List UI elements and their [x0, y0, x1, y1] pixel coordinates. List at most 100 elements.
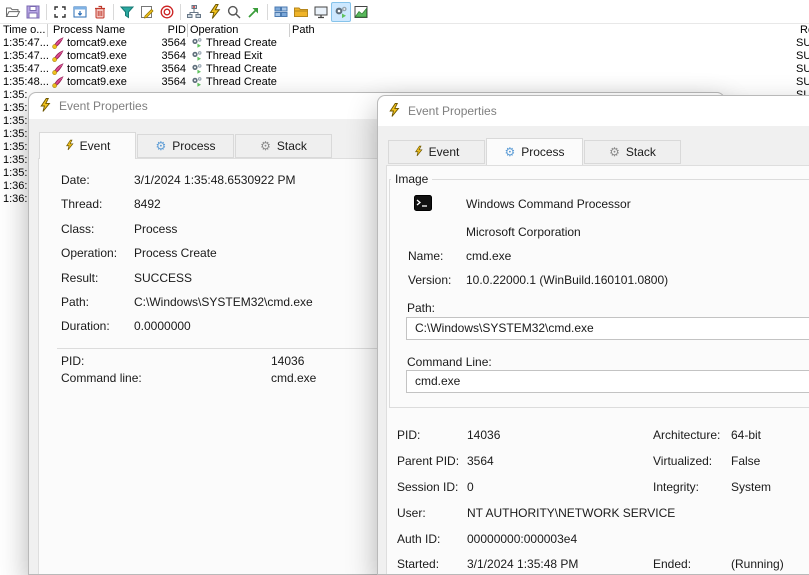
field-value: 8492 — [134, 197, 161, 212]
dialog-title: Event Properties — [408, 104, 497, 118]
filter-icon[interactable] — [117, 2, 137, 22]
version-value: 10.0.22000.1 (WinBuild.160101.0800) — [466, 273, 669, 287]
tab-stack[interactable]: ⚙ Stack — [584, 140, 681, 164]
detail-label: Virtualized: — [653, 453, 713, 468]
thread-operation-icon — [192, 51, 202, 61]
cell-time: 1:35: — [3, 128, 28, 140]
field-value: C:\Windows\SYSTEM32\cmd.exe — [134, 294, 313, 309]
toolbar-separator — [267, 3, 268, 20]
table-row[interactable]: 1:35:47... tomcat9.exe 3564 Thread Create… — [0, 63, 809, 76]
process-tree-icon[interactable] — [184, 2, 204, 22]
open-icon[interactable] — [3, 2, 23, 22]
cell-time: 1:35:47... — [3, 50, 49, 62]
column-header-operation[interactable]: Operation — [190, 24, 238, 37]
event-field-row: Operation: Process Create — [61, 246, 313, 270]
event-field-row: Class: Process — [61, 222, 313, 246]
column-header-path[interactable]: Path — [292, 24, 315, 37]
column-divider[interactable] — [289, 24, 290, 37]
autoscroll-icon[interactable] — [70, 2, 90, 22]
detail-value: 14036 — [467, 428, 501, 442]
gear-icon: ⚙ — [155, 139, 167, 153]
cell-pid: 3564 — [161, 63, 186, 75]
detail-label: Session ID: — [397, 479, 459, 494]
detail-label: Architecture: — [653, 428, 721, 442]
toolbar-separator — [180, 3, 181, 20]
event-field-row: Result: SUCCESS — [61, 271, 313, 295]
tab-process[interactable]: ⚙ Process — [486, 138, 583, 165]
show-profiling-icon[interactable] — [351, 2, 371, 22]
commandline-input[interactable]: cmd.exe — [406, 370, 809, 393]
field-label: Thread: — [61, 197, 103, 212]
detail-value: 00000000:000003e4 — [467, 531, 578, 546]
cell-result: SUCCESS — [796, 50, 809, 62]
save-icon[interactable] — [23, 2, 43, 22]
image-description: Windows Command Processor — [466, 197, 631, 211]
highlight-icon[interactable] — [137, 2, 157, 22]
show-process-thread-icon[interactable] — [331, 1, 351, 22]
cell-process-name: tomcat9.exe — [67, 63, 127, 75]
dialog-titlebar[interactable]: Event Properties — [378, 96, 809, 126]
column-header-result[interactable]: Result — [800, 24, 809, 37]
field-label: PID: — [61, 354, 85, 368]
show-registry-icon[interactable] — [271, 2, 291, 22]
gear-icon: ⚙ — [504, 145, 516, 159]
clear-icon[interactable] — [90, 2, 110, 22]
cell-result: SUCCESS — [796, 37, 809, 49]
thread-operation-icon — [192, 64, 202, 74]
detail-label: Started: — [397, 557, 440, 572]
path-input[interactable]: C:\Windows\SYSTEM32\cmd.exe — [406, 317, 809, 340]
process-detail-row: Session ID: 0 Integrity: System — [378, 480, 809, 506]
show-network-icon[interactable] — [311, 2, 331, 22]
lightning-icon — [65, 139, 74, 150]
cell-process-name: tomcat9.exe — [67, 37, 127, 49]
event-field-row: Duration: 0.0000000 — [61, 319, 313, 343]
image-company: Microsoft Corporation — [466, 225, 581, 239]
tab-process[interactable]: ⚙ Process — [137, 134, 234, 158]
tab-stack[interactable]: ⚙ Stack — [235, 134, 332, 158]
include-process-icon[interactable] — [157, 2, 177, 22]
tomcat-icon — [52, 37, 64, 49]
capture-icon[interactable] — [50, 2, 70, 22]
cell-time: 1:35: — [3, 141, 28, 153]
lightning-icon — [388, 103, 400, 122]
event-extra-fields: PID: 14036 Command line: cmd.exe — [61, 354, 316, 388]
field-label: Result: — [61, 270, 99, 285]
process-detail-row: Auth ID: 00000000:000003e4 — [378, 532, 809, 558]
event-extra-row: PID: 14036 — [61, 354, 316, 371]
jump-icon[interactable] — [244, 2, 264, 22]
lightning-icon — [39, 98, 51, 117]
cell-result: SUCCESS — [796, 63, 809, 75]
column-header-process[interactable]: Process Name — [53, 24, 125, 37]
find-icon[interactable] — [224, 2, 244, 22]
field-value: cmd.exe — [271, 371, 317, 385]
gear-icon: ⚙ — [260, 139, 271, 153]
path-label: Path: — [407, 301, 436, 315]
field-label: Class: — [61, 221, 95, 236]
tomcat-icon — [52, 76, 64, 88]
tomcat-icon — [52, 50, 64, 62]
lightning-icon — [40, 98, 51, 112]
process-detail-row: Parent PID: 3564 Virtualized: False — [378, 454, 809, 480]
cell-process-name: tomcat9.exe — [67, 76, 127, 88]
commandline-label: Command Line: — [407, 355, 492, 369]
tab-event[interactable]: Event — [388, 140, 485, 164]
column-header-pid[interactable]: PID — [148, 24, 186, 37]
field-label: Date: — [61, 173, 90, 187]
event-bolt-icon[interactable] — [204, 2, 224, 22]
table-row[interactable]: 1:35:48... tomcat9.exe 3564 Thread Create… — [0, 76, 809, 89]
column-header-time[interactable]: Time o... — [3, 24, 45, 37]
cell-time: 1:35: — [3, 102, 28, 114]
lightning-icon — [389, 103, 400, 117]
cell-pid: 3564 — [161, 76, 186, 88]
cell-time: 1:35:47... — [3, 37, 49, 49]
table-row[interactable]: 1:35:47... tomcat9.exe 3564 Thread Exit SU… — [0, 50, 809, 63]
thread-operation-icon — [192, 38, 202, 48]
table-row[interactable]: 1:35:47... tomcat9.exe 3564 Thread Create… — [0, 37, 809, 50]
toolbar-separator — [46, 3, 47, 20]
table-header: Time o... Process Name PID Operation Pat… — [0, 24, 809, 37]
show-filesystem-icon[interactable] — [291, 2, 311, 22]
tab-event[interactable]: Event — [39, 132, 136, 159]
field-label: Command line: — [61, 371, 142, 385]
column-divider[interactable] — [47, 24, 48, 37]
column-divider[interactable] — [187, 24, 188, 37]
